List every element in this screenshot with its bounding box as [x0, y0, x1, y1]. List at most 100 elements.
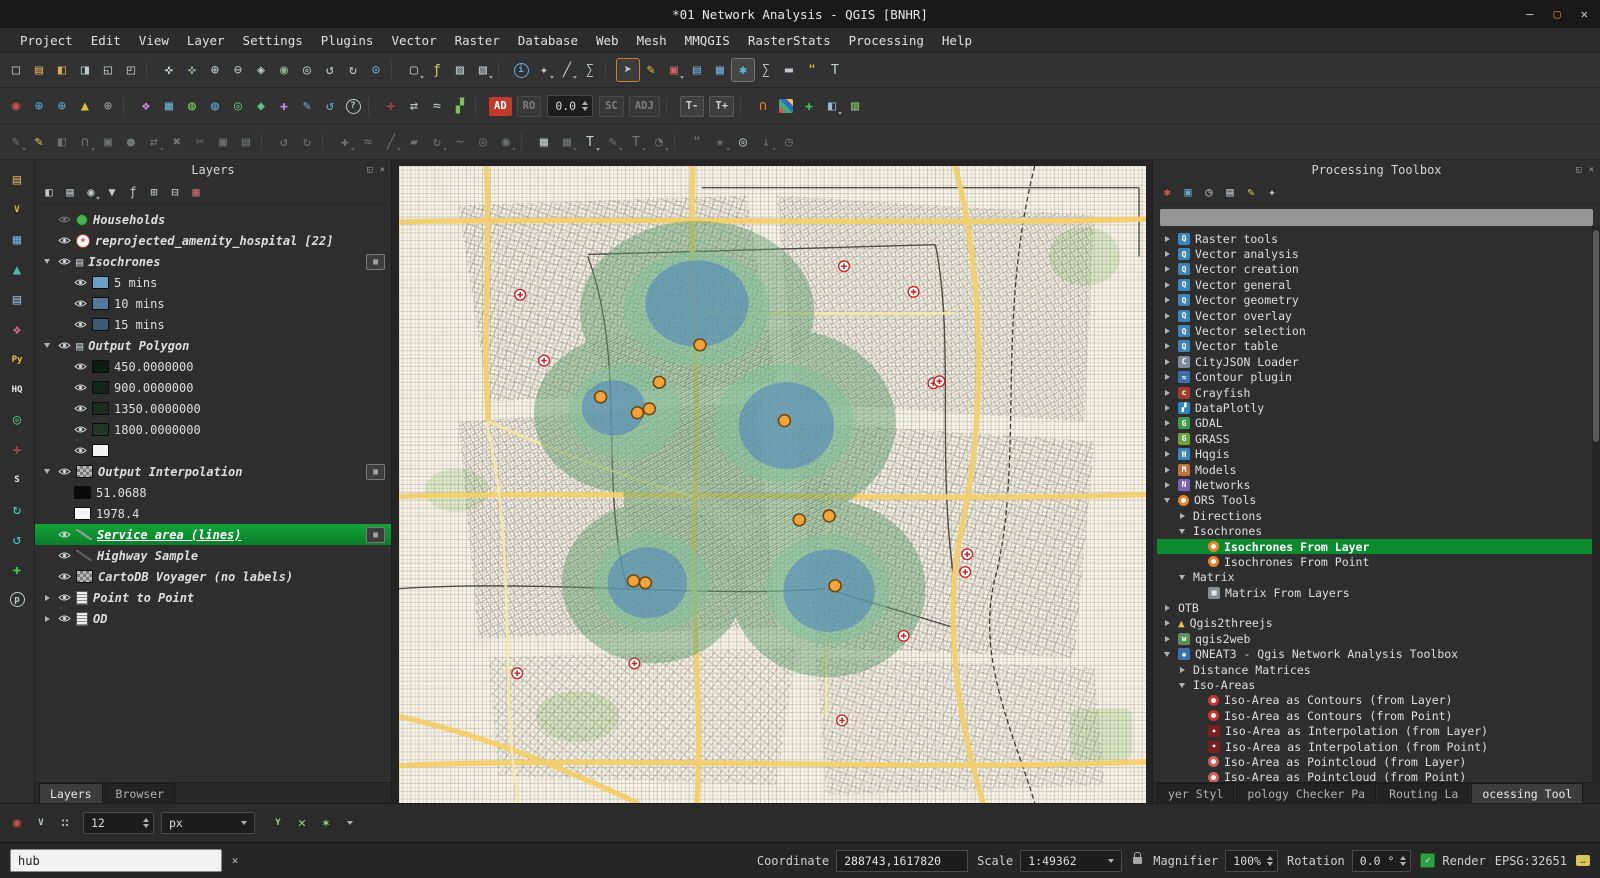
layer-row-output-polygon[interactable]: ▤Output Polygon [35, 335, 391, 356]
toolbar3-digitize-curve-icon[interactable]: ∩ [74, 131, 96, 153]
toolbar3-multiedit-grid-icon[interactable]: ▦ [533, 131, 555, 153]
snapping-snap-intersection-icon[interactable]: ✕ [291, 812, 313, 834]
toolbox-item-iso-area-as-pointcloud-from-point[interactable]: Iso-Area as Pointcloud (from Point) [1157, 770, 1600, 782]
menu-help[interactable]: Help [934, 31, 980, 50]
tab-routing-la[interactable]: Routing La [1378, 783, 1469, 803]
toolbar3-reshape-features-icon[interactable]: ≈ [357, 131, 379, 153]
layer-visibility-eye-icon[interactable] [74, 299, 87, 308]
toolbar1-zoom-in-icon[interactable]: ⊕ [204, 59, 226, 81]
toolbox-item-vector-general[interactable]: QVector general [1157, 277, 1600, 292]
expand-arrow-icon[interactable] [45, 616, 50, 622]
hospital-cluster-marker[interactable] [595, 391, 607, 403]
toolbar3-add-record-icon[interactable]: ▣ [97, 131, 119, 153]
toolbar2-cad-construction-icon[interactable]: ✛ [380, 95, 402, 117]
toolbar2-ors-tools-btn-icon[interactable]: ∩ [752, 95, 774, 117]
toolbar2-cad-angle[interactable]: 0.0 [547, 95, 593, 117]
toolbar3-layout-align-icon[interactable]: ▦ [556, 131, 578, 153]
hospital-cluster-marker[interactable] [823, 510, 835, 522]
toolbox-item-matrix-from-layers[interactable]: ▦Matrix From Layers [1157, 585, 1600, 600]
menu-mmqgis[interactable]: MMQGIS [677, 31, 738, 50]
layer-row-service-area-lines[interactable]: Service area (lines)▦ [35, 524, 391, 545]
toolbar3-vertex-tool-icon[interactable]: ✚ [334, 131, 356, 153]
toolbar3-redo-edit-icon[interactable]: ↻ [296, 131, 318, 153]
layer-visibility-eye-icon[interactable] [58, 215, 71, 224]
processing-model-designer-icon[interactable]: ▣ [1178, 182, 1198, 202]
toolbar2-move-label-icon[interactable]: ⇄ [403, 95, 425, 117]
hospital-cross-marker[interactable] [539, 355, 550, 366]
layer-row-51-0688[interactable]: 51.0688 [35, 482, 391, 503]
toolbar2-digitize-with-segment-icon[interactable]: ◉ [5, 95, 27, 117]
toolbar3-save-edits-icon[interactable]: ◧ [51, 131, 73, 153]
layer-row-10-mins[interactable]: 10 mins [35, 293, 391, 314]
layer-visibility-eye-icon[interactable] [58, 572, 71, 581]
toolbar1-pan-map-icon[interactable]: ✜ [158, 59, 180, 81]
menu-settings[interactable]: Settings [235, 31, 311, 50]
processing-undock-icon[interactable]: ◱ [1576, 165, 1581, 175]
toolbar1-open-project-icon[interactable]: ▤ [28, 59, 50, 81]
toolbar3-paste-features-icon[interactable]: ▤ [235, 131, 257, 153]
hospital-cluster-marker[interactable] [627, 575, 639, 587]
toolbox-item-directions[interactable]: Directions [1157, 508, 1600, 523]
toolbar3-fill-ring-icon[interactable]: ◉ [495, 131, 517, 153]
leftdock-add-delimited-text-icon[interactable]: ▤ [5, 288, 30, 311]
toolbar3-toggle-editing-2-icon[interactable]: ✎ [28, 131, 50, 153]
layer-visibility-eye-icon[interactable] [58, 551, 71, 560]
toolbar3-new-bookmark-icon[interactable]: ★ [709, 131, 731, 153]
tab-pology-checker-pa[interactable]: pology Checker Pa [1236, 783, 1376, 803]
toolbar3-current-edits-icon[interactable]: ✎ [5, 131, 27, 153]
toolbox-item-grass[interactable]: GGRASS [1157, 431, 1600, 446]
crs-indicator[interactable]: EPSG:32651 [1495, 854, 1567, 868]
toolbar3-split-features-icon[interactable]: ╱ [380, 131, 402, 153]
rotation-spin[interactable]: 0.0 ° [1352, 850, 1412, 872]
toolbar1-layout-manager-icon[interactable]: ◰ [120, 59, 142, 81]
toolbox-item-isochrones[interactable]: Isochrones [1157, 523, 1600, 538]
toolbar3-delete-selected-icon[interactable]: ✖ [166, 131, 188, 153]
processing-search-input[interactable] [1160, 209, 1593, 226]
snapping-snap-grid-icon[interactable]: ∷ [54, 812, 76, 834]
toolbar2-geonode-icon[interactable]: ⊕ [51, 95, 73, 117]
hospital-cluster-marker[interactable] [778, 415, 790, 427]
processing-results-viewer-icon[interactable]: ▤ [1220, 182, 1240, 202]
toolbar2-globe-plugin-icon[interactable]: ⊕ [97, 95, 119, 117]
hospital-cross-marker[interactable] [837, 715, 848, 726]
snapping-self-snapping-icon[interactable]: ✶ [315, 812, 337, 834]
toolbar2-world-overview-icon[interactable]: ◍ [204, 95, 226, 117]
hospital-cluster-marker[interactable] [694, 339, 706, 351]
toolbar1-zoom-out-icon[interactable]: ⊖ [227, 59, 249, 81]
toolbar2-style-manager-icon[interactable]: ❖ [135, 95, 157, 117]
layer-visibility-eye-icon[interactable] [58, 467, 71, 476]
magnifier-spin[interactable]: 100% [1225, 850, 1278, 872]
layers-remove-layer-icon[interactable]: ▦ [186, 182, 206, 202]
layer-indicator-badge[interactable]: ▦ [366, 254, 385, 270]
map-canvas[interactable] [399, 166, 1146, 803]
hospital-cross-marker[interactable] [515, 289, 526, 300]
toolbar3-move-feature-icon[interactable]: ⇄ [143, 131, 165, 153]
leftdock-georeferencer-icon[interactable]: ✛ [5, 438, 30, 461]
toolbar3-add-ring-icon[interactable]: ◎ [472, 131, 494, 153]
locator-search-input[interactable] [10, 849, 222, 872]
collapse-arrow-icon[interactable] [44, 469, 50, 474]
hospital-cross-marker[interactable] [960, 567, 971, 578]
scale-combo[interactable]: 1:49362 [1020, 850, 1122, 872]
toolbar1-identify-features-icon[interactable]: i [510, 59, 532, 81]
toolbar1-show-statistics-icon[interactable]: ∑ [755, 59, 777, 81]
toolbar2-adjustment-badge[interactable]: ADJ [629, 96, 660, 117]
toolbar2-sketch-pencil-icon[interactable]: ✎ [296, 95, 318, 117]
menu-database[interactable]: Database [510, 31, 586, 50]
toolbox-item-qgis2threejs[interactable]: ▲Qgis2threejs [1157, 616, 1600, 631]
processing-edit-features-in-place-icon[interactable]: ✎ [1241, 182, 1261, 202]
hospital-cross-marker[interactable] [629, 658, 640, 669]
hospital-cluster-marker[interactable] [793, 514, 805, 526]
layer-row-od[interactable]: OD [35, 608, 391, 629]
toolbar3-rotate-feature-icon[interactable]: ↻ [426, 131, 448, 153]
leftdock-osm-place-search-icon[interactable]: ◎ [5, 408, 30, 431]
tab-layers[interactable]: Layers [39, 783, 103, 803]
toolbar1-select-tool-icon[interactable]: ➤ [617, 59, 639, 81]
layer-visibility-eye-icon[interactable] [58, 236, 71, 245]
toolbar2-help-contents-icon[interactable]: ? [342, 95, 364, 117]
snapping-snap-options-icon[interactable] [339, 812, 361, 834]
toolbox-item-models[interactable]: MModels [1157, 462, 1600, 477]
maximize-button[interactable]: ▢ [1554, 7, 1561, 21]
hospital-cross-marker[interactable] [839, 261, 850, 272]
toolbox-item-qgis2web[interactable]: wqgis2web [1157, 631, 1600, 646]
